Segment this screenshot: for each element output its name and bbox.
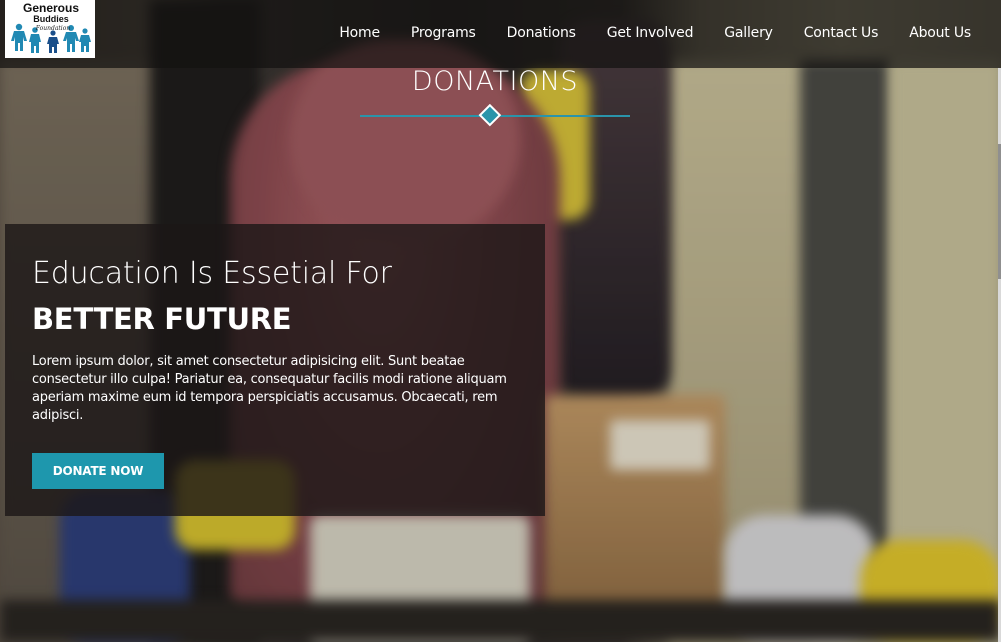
hero-description: Lorem ipsum dolor, sit amet consectetur … xyxy=(32,354,507,423)
svg-text:Generous: Generous xyxy=(23,1,79,15)
hero-heading-line1: Education Is Essetial For xyxy=(32,256,392,291)
section-title: DONATIONS xyxy=(411,66,579,97)
nav-donations[interactable]: Donations xyxy=(507,25,576,41)
svg-text:Buddies: Buddies xyxy=(33,14,69,24)
hero-heading-line2: BETTER FUTURE xyxy=(32,302,292,336)
logo-graphic: Generous Buddies Foundation xyxy=(11,1,91,53)
site-logo[interactable]: Generous Buddies Foundation xyxy=(5,0,95,58)
main-nav: Home Programs Donations Get Involved Gal… xyxy=(339,0,971,66)
nav-programs[interactable]: Programs xyxy=(411,25,476,41)
donate-now-button[interactable]: DONATE NOW xyxy=(32,453,164,489)
page: Generous Buddies Foundation Home Program… xyxy=(0,0,1001,642)
nav-contact-us[interactable]: Contact Us xyxy=(804,25,879,41)
diamond-icon xyxy=(478,104,502,127)
svg-text:Foundation: Foundation xyxy=(35,25,71,32)
nav-gallery[interactable]: Gallery xyxy=(724,25,773,41)
site-header: Generous Buddies Foundation Home Program… xyxy=(0,0,1001,68)
hero-panel: Education Is Essetial For BETTER FUTURE … xyxy=(5,224,545,516)
nav-home[interactable]: Home xyxy=(339,25,380,41)
nav-about-us[interactable]: About Us xyxy=(909,25,971,41)
nav-get-involved[interactable]: Get Involved xyxy=(607,25,694,41)
section-divider xyxy=(360,104,630,127)
